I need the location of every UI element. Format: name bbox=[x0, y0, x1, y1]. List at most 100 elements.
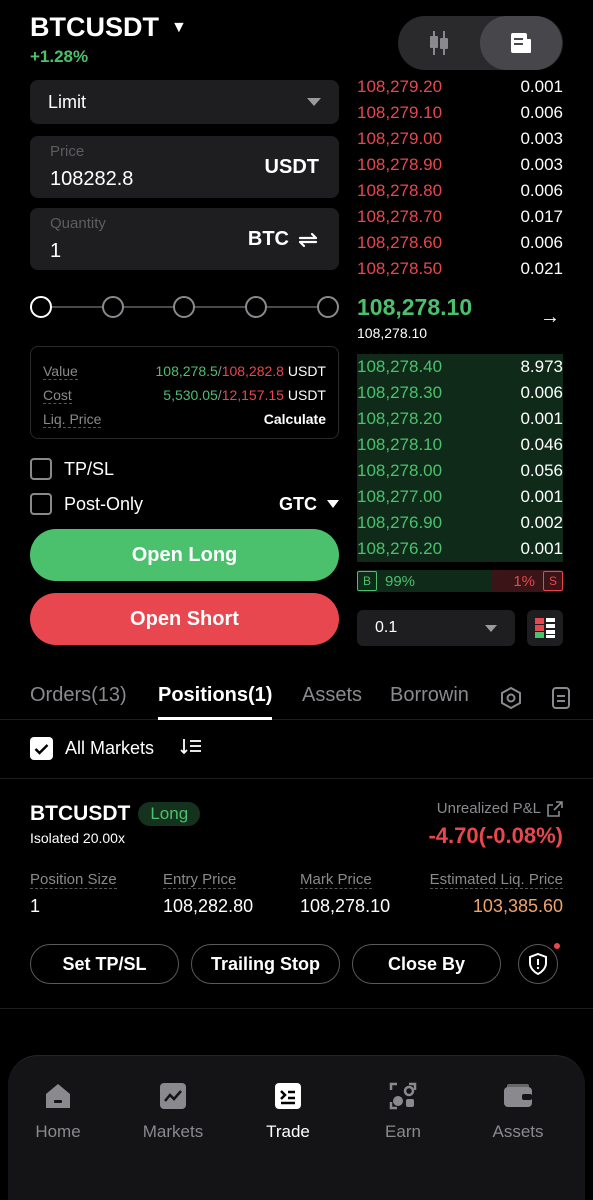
close-by-button[interactable]: Close By bbox=[352, 944, 501, 984]
sort-icon[interactable] bbox=[180, 738, 202, 759]
nav-earn[interactable]: Earn bbox=[353, 1078, 453, 1142]
tab-borrowing[interactable]: Borrowin bbox=[390, 684, 469, 707]
tpsl-label: TP/SL bbox=[64, 458, 115, 479]
quantity-slider[interactable] bbox=[30, 296, 339, 318]
postonly-row[interactable]: Post-Only GTC bbox=[30, 493, 339, 515]
position-symbol[interactable]: BTCUSDT bbox=[30, 802, 130, 826]
slider-node-75[interactable] bbox=[245, 296, 267, 318]
entry-price: Entry Price 108,282.80 bbox=[163, 871, 253, 917]
symbol-name[interactable]: BTCUSDT bbox=[30, 12, 159, 43]
open-short-button[interactable]: Open Short bbox=[30, 593, 339, 645]
price-label: Price bbox=[50, 143, 85, 160]
upl-label-row: Unrealized P&L bbox=[437, 800, 563, 817]
nav-markets-label: Markets bbox=[142, 1122, 204, 1141]
cost-amount: 5,530.05/12,157.15 USDT bbox=[163, 387, 326, 403]
postonly-checkbox[interactable] bbox=[30, 493, 52, 515]
symbol-selector[interactable]: BTCUSDT ▼ bbox=[30, 12, 187, 43]
bid-price: 108,278.40 bbox=[357, 357, 443, 376]
slider-node-0[interactable] bbox=[30, 296, 52, 318]
price-field[interactable]: Price 108282.8 USDT bbox=[30, 136, 339, 198]
bid-qty: 8.973 bbox=[520, 357, 563, 376]
ask-row[interactable]: 108,278.90 0.003 bbox=[357, 152, 563, 178]
depth-select[interactable]: 0.1 bbox=[357, 610, 515, 646]
nav-trade[interactable]: Trade bbox=[238, 1078, 338, 1142]
open-long-button[interactable]: Open Long bbox=[30, 529, 339, 581]
ask-row[interactable]: 108,278.80 0.006 bbox=[357, 178, 563, 204]
quantity-field[interactable]: Quantity 1 BTC bbox=[30, 208, 339, 270]
tab-orders[interactable]: Orders(13) bbox=[30, 684, 127, 707]
ask-row[interactable]: 108,278.70 0.017 bbox=[357, 204, 563, 230]
settings-hex-icon[interactable] bbox=[499, 686, 523, 715]
set-tpsl-button[interactable]: Set TP/SL bbox=[30, 944, 179, 984]
order-type-select[interactable]: Limit bbox=[30, 80, 339, 124]
calculate-link[interactable]: Calculate bbox=[264, 411, 326, 427]
bid-row[interactable]: 108,276.90 0.002 bbox=[357, 510, 563, 536]
bid-row[interactable]: 108,276.20 0.001 bbox=[357, 536, 563, 562]
quantity-unit-toggle[interactable]: BTC bbox=[248, 228, 319, 251]
caret-down-icon bbox=[327, 500, 339, 508]
quantity-input[interactable]: 1 bbox=[50, 240, 61, 263]
tab-positions[interactable]: Positions(1) bbox=[158, 684, 273, 720]
candlestick-view-button[interactable] bbox=[398, 16, 480, 70]
trailing-stop-button[interactable]: Trailing Stop bbox=[191, 944, 340, 984]
market-filter[interactable]: All Markets bbox=[30, 737, 202, 760]
arrow-right-icon[interactable]: → bbox=[540, 306, 560, 329]
nav-home[interactable]: Home bbox=[8, 1078, 108, 1142]
ask-row[interactable]: 108,279.20 0.001 bbox=[357, 74, 563, 100]
quantity-label: Quantity bbox=[50, 215, 106, 232]
orderbook-view-button[interactable] bbox=[480, 16, 562, 70]
tab-assets[interactable]: Assets bbox=[302, 684, 362, 707]
tpsl-row[interactable]: TP/SL bbox=[30, 458, 339, 480]
swap-icon[interactable] bbox=[297, 230, 319, 250]
ask-row[interactable]: 108,279.10 0.006 bbox=[357, 100, 563, 126]
ask-price: 108,278.60 bbox=[357, 233, 443, 252]
bid-row[interactable]: 108,278.40 8.973 bbox=[357, 354, 563, 380]
slider-node-25[interactable] bbox=[102, 296, 124, 318]
slider-node-50[interactable] bbox=[173, 296, 195, 318]
bid-row[interactable]: 108,277.00 0.001 bbox=[357, 484, 563, 510]
bid-row[interactable]: 108,278.20 0.001 bbox=[357, 406, 563, 432]
bid-qty: 0.001 bbox=[520, 487, 563, 506]
history-icon[interactable] bbox=[551, 686, 571, 715]
ask-price: 108,278.70 bbox=[357, 207, 443, 226]
book-layout-icon bbox=[535, 618, 555, 638]
ask-row[interactable]: 108,278.50 0.021 bbox=[357, 256, 563, 282]
postonly-label: Post-Only bbox=[64, 493, 144, 514]
header: BTCUSDT ▼ +1.28% bbox=[30, 12, 187, 67]
caret-down-icon[interactable]: ▼ bbox=[171, 19, 187, 37]
nav-assets[interactable]: Assets bbox=[468, 1078, 568, 1142]
bid-price: 108,277.00 bbox=[357, 487, 443, 506]
tpsl-checkbox[interactable] bbox=[30, 458, 52, 480]
mark-price-label: Mark Price bbox=[300, 871, 372, 889]
nav-markets[interactable]: Markets bbox=[123, 1078, 223, 1142]
buy-tag: B bbox=[357, 571, 377, 591]
share-icon[interactable] bbox=[547, 800, 563, 817]
ask-qty: 0.003 bbox=[520, 129, 563, 148]
ask-row[interactable]: 108,278.60 0.006 bbox=[357, 230, 563, 256]
ask-row[interactable]: 108,279.00 0.003 bbox=[357, 126, 563, 152]
bid-row[interactable]: 108,278.00 0.056 bbox=[357, 458, 563, 484]
position-size-label: Position Size bbox=[30, 871, 117, 889]
liq-price-value: 103,385.60 bbox=[472, 896, 563, 916]
bid-row[interactable]: 108,278.10 0.046 bbox=[357, 432, 563, 458]
chart-icon bbox=[160, 1083, 186, 1109]
all-markets-checkbox[interactable] bbox=[30, 737, 53, 760]
view-toggle[interactable] bbox=[398, 16, 563, 70]
buy-sell-ratio: B 99% 1% S bbox=[357, 570, 563, 592]
ask-price: 108,279.00 bbox=[357, 129, 443, 148]
bid-price: 108,278.30 bbox=[357, 383, 443, 402]
book-layout-button[interactable] bbox=[527, 610, 563, 646]
ask-qty: 0.006 bbox=[520, 233, 563, 252]
ask-price: 108,278.50 bbox=[357, 259, 443, 278]
caret-down-icon bbox=[485, 624, 497, 632]
time-in-force-select[interactable]: GTC bbox=[279, 494, 339, 515]
slider-node-100[interactable] bbox=[317, 296, 339, 318]
shield-icon bbox=[529, 953, 547, 975]
protection-button[interactable] bbox=[518, 944, 558, 984]
position-size-value: 1 bbox=[30, 896, 41, 916]
price-input[interactable]: 108282.8 bbox=[50, 168, 133, 191]
bid-qty: 0.056 bbox=[520, 461, 563, 480]
order-summary: Value 108,278.5/108,282.8 USDT Cost 5,53… bbox=[30, 346, 339, 439]
divider bbox=[0, 778, 593, 779]
bid-row[interactable]: 108,278.30 0.006 bbox=[357, 380, 563, 406]
